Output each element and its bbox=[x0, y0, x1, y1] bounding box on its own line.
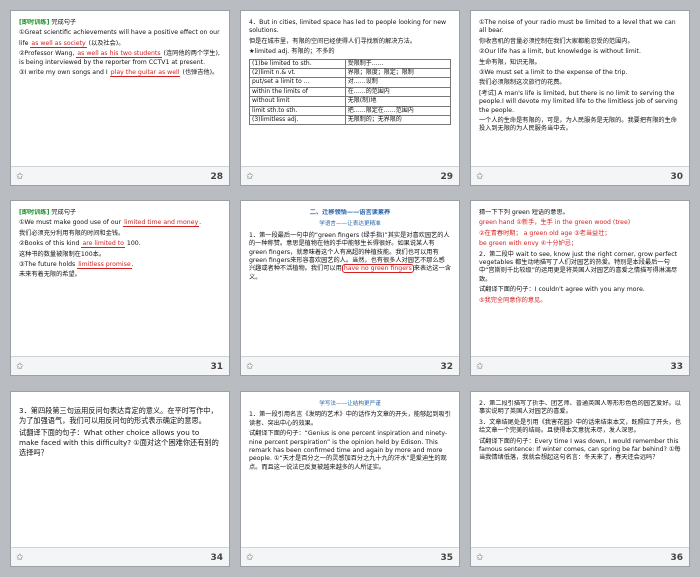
example-line: ②Our life has a limit, but knowledge is … bbox=[479, 48, 641, 56]
slide-number: 33 bbox=[670, 362, 683, 372]
star-icon[interactable]: ✩ bbox=[476, 362, 484, 372]
table-row: (1)be limited to sth. 受限制于…… bbox=[249, 58, 451, 70]
exam-translation: 一个人的生命是有限的，可是，为人民服务是无限的。我要把有限的生命投入到无限的为人… bbox=[479, 117, 677, 133]
star-icon[interactable]: ✩ bbox=[16, 172, 24, 182]
slide-number: 29 bbox=[440, 172, 453, 182]
star-icon[interactable]: ✩ bbox=[246, 553, 254, 563]
slide-footer: ✩ 29 bbox=[241, 166, 459, 185]
paragraph: 3．第四段第三句运用反问句表达肯定的意义。在平时写作中，为了加强语气，我们可以用… bbox=[19, 406, 218, 425]
slide-33[interactable]: 猜一下下列 green 短语的意思。 green hand ①新手，生手 in … bbox=[470, 200, 690, 376]
training-tag: [即时训练] bbox=[19, 209, 50, 216]
slide-number: 34 bbox=[210, 553, 223, 563]
slide-grid: [即时训练] 完成句子 ①Great scientific achievemen… bbox=[0, 0, 700, 577]
usage-table: (1)be limited to sth. 受限制于…… (2)limit n.&… bbox=[249, 58, 451, 126]
training-tag: [即时训练] bbox=[19, 19, 50, 26]
answer-blank: limited time and money bbox=[123, 219, 200, 228]
slide-number: 30 bbox=[670, 172, 683, 182]
sentence-3: ③The future holds limitless promise. bbox=[19, 261, 134, 270]
answer-blank: play the guitar as well bbox=[109, 69, 181, 78]
slide-footer: ✩ 35 bbox=[241, 547, 459, 566]
slide-29[interactable]: 4．But in cities, limited space has led t… bbox=[240, 10, 460, 186]
table-row: put/set a limit to ... 对……设制 bbox=[249, 77, 451, 88]
section-subtitle: 学写法——让结构更严谨 bbox=[319, 401, 381, 407]
sentence-3: ③I write my own songs and I play the gui… bbox=[19, 69, 219, 78]
slide-30[interactable]: ①The noise of your radio must be limited… bbox=[470, 10, 690, 186]
exercise-title: 完成句子 bbox=[51, 209, 77, 216]
translation: 我们必须充分利用有限的时间和金钱。 bbox=[19, 229, 125, 237]
example-translation: 你收音机的音量必须控制在我们大家都能忍受的范围内。 bbox=[479, 37, 634, 45]
table-heading: ★limited adj. 有限的；不多的 bbox=[249, 48, 335, 56]
prompt-line: 猜一下下列 green 短语的意思。 bbox=[479, 209, 569, 216]
star-icon[interactable]: ✩ bbox=[246, 172, 254, 182]
answer-blank: as well as society bbox=[30, 39, 87, 48]
translate-prompt: 试翻译下面的句子：What other choice allows you to… bbox=[19, 428, 219, 457]
answer-line: ②在青春时期； a green old age ③老当益壮； bbox=[479, 229, 611, 237]
translate-answer: ⑤我完全同意你的意见。 bbox=[479, 296, 547, 304]
slide-34[interactable]: 3．第四段第三句运用反问句表达肯定的意义。在平时写作中，为了加强语气，我们可以用… bbox=[10, 391, 230, 567]
section-subtitle: 学语言——让表达更精准 bbox=[319, 221, 381, 228]
example-line: ③We must set a limit to the expense of t… bbox=[479, 69, 628, 77]
slide-footer: ✩ 32 bbox=[241, 356, 459, 375]
section-title: 二、迁移领悟——语言读累养 bbox=[309, 209, 391, 216]
intro-sentence: 4．But in cities, limited space has led t… bbox=[249, 19, 447, 35]
star-icon[interactable]: ✩ bbox=[16, 362, 24, 372]
slide-footer: ✩ 30 bbox=[471, 166, 689, 185]
answer-line: green hand ①新手，生手 in the green wood (tre… bbox=[479, 219, 631, 227]
slide-footer: ✩ 33 bbox=[471, 356, 689, 375]
paragraph: 2．第二段中 wait to see, know just the right … bbox=[479, 250, 678, 283]
slide-number: 35 bbox=[440, 553, 453, 563]
slide-footer: ✩ 36 bbox=[471, 547, 689, 566]
sentence-1b: life as well as society (以及社会)。 bbox=[19, 39, 125, 48]
paragraph: 1．第一段最后一句中的“green fingers (绿手指)”其实是对喜欢园艺… bbox=[249, 231, 451, 281]
intro-translation: 但是在城市里，有限的空间已经使得人们寻找新的解决方法。 bbox=[249, 37, 417, 45]
slide-number: 31 bbox=[210, 362, 223, 372]
translate-prompt: 试翻译下面的句子：“Genius is one percent inspirat… bbox=[249, 430, 448, 471]
table-row: limit sth.to sth. 把……限定在……范围内 bbox=[249, 105, 451, 117]
slide-footer: ✩ 31 bbox=[11, 356, 229, 375]
slide-number: 36 bbox=[670, 553, 683, 563]
slide-36[interactable]: 2．第二段引描写了折手、团艺师、普通英国人等形形色色的园艺爱好。以事实说明了英国… bbox=[470, 391, 690, 567]
star-icon[interactable]: ✩ bbox=[16, 553, 24, 563]
slide-31[interactable]: [即时训练] 完成句子 ①We must make good use of ou… bbox=[10, 200, 230, 376]
answer-blank: as well as his two students bbox=[76, 50, 162, 59]
paragraph: 3．文章结尾处是引用《我害花园》中的话来结束本文，既照应了开头，也给文章一个完美… bbox=[479, 418, 681, 435]
answer-line: be green with envy ④十分妒忌； bbox=[479, 240, 578, 248]
example-translation: 生命有限，知识无限。 bbox=[479, 58, 541, 66]
example-line: ①The noise of your radio must be limited… bbox=[479, 19, 676, 35]
table-row: (2)limit n.& vt. 界限；限度；限定；限制 bbox=[249, 68, 451, 79]
table-row: without limit 无限(制)地 bbox=[249, 96, 451, 107]
star-icon[interactable]: ✩ bbox=[476, 553, 484, 563]
slide-footer: ✩ 34 bbox=[11, 547, 229, 566]
exam-example: [考试] A man's life is limited, but there … bbox=[479, 89, 678, 114]
table-row: within the limits of 在……的范围内 bbox=[249, 86, 451, 98]
slide-number: 32 bbox=[440, 362, 453, 372]
sentence-2: ②Books of this kind are limited to 100. bbox=[19, 240, 141, 249]
exercise-title: 完成句子 bbox=[51, 19, 77, 26]
sentence-1: ①Great scientific achievements will have… bbox=[19, 29, 220, 37]
answer-blank: limitless promise bbox=[77, 261, 132, 270]
translation: 未来有着无限的希望。 bbox=[19, 271, 81, 279]
slide-28[interactable]: [即时训练] 完成句子 ①Great scientific achievemen… bbox=[10, 10, 230, 186]
paragraph: 2．第二段引描写了折手、团艺师、普通英国人等形形色色的园艺爱好。以事实说明了英国… bbox=[479, 400, 681, 416]
answer-box: have no green fingers bbox=[341, 264, 414, 274]
star-icon[interactable]: ✩ bbox=[246, 362, 254, 372]
example-translation: 我们必须限制这次旅行的花费。 bbox=[479, 79, 566, 87]
translate-prompt: 试翻译下面的句子：Every time I was down, I would … bbox=[479, 437, 681, 462]
slide-number: 28 bbox=[210, 172, 223, 182]
paragraph: 1．第一段引用名言《发明的艺术》中的话作为文章的开头，能够起到吸引读者、突出中心… bbox=[249, 411, 451, 427]
slide-footer: ✩ 28 bbox=[11, 166, 229, 185]
translate-prompt: 试翻译下面的句子：I couldn't agree with you any m… bbox=[479, 286, 645, 294]
star-icon[interactable]: ✩ bbox=[476, 172, 484, 182]
slide-32[interactable]: 二、迁移领悟——语言读累养 学语言——让表达更精准 1．第一段最后一句中的“gr… bbox=[240, 200, 460, 376]
table-row: (3)limitless adj. 无限制的；无界限的 bbox=[249, 115, 451, 126]
slide-35[interactable]: 学写法——让结构更严谨 1．第一段引用名言《发明的艺术》中的话作为文章的开头，能… bbox=[240, 391, 460, 567]
translation: 这种书的数量被限制在100本。 bbox=[19, 250, 106, 258]
answer-blank: are limited to bbox=[81, 240, 125, 249]
sentence-1: ①We must make good use of our limited ti… bbox=[19, 219, 202, 228]
sentence-2: ②Professor Wang, as well as his two stud… bbox=[19, 50, 220, 66]
